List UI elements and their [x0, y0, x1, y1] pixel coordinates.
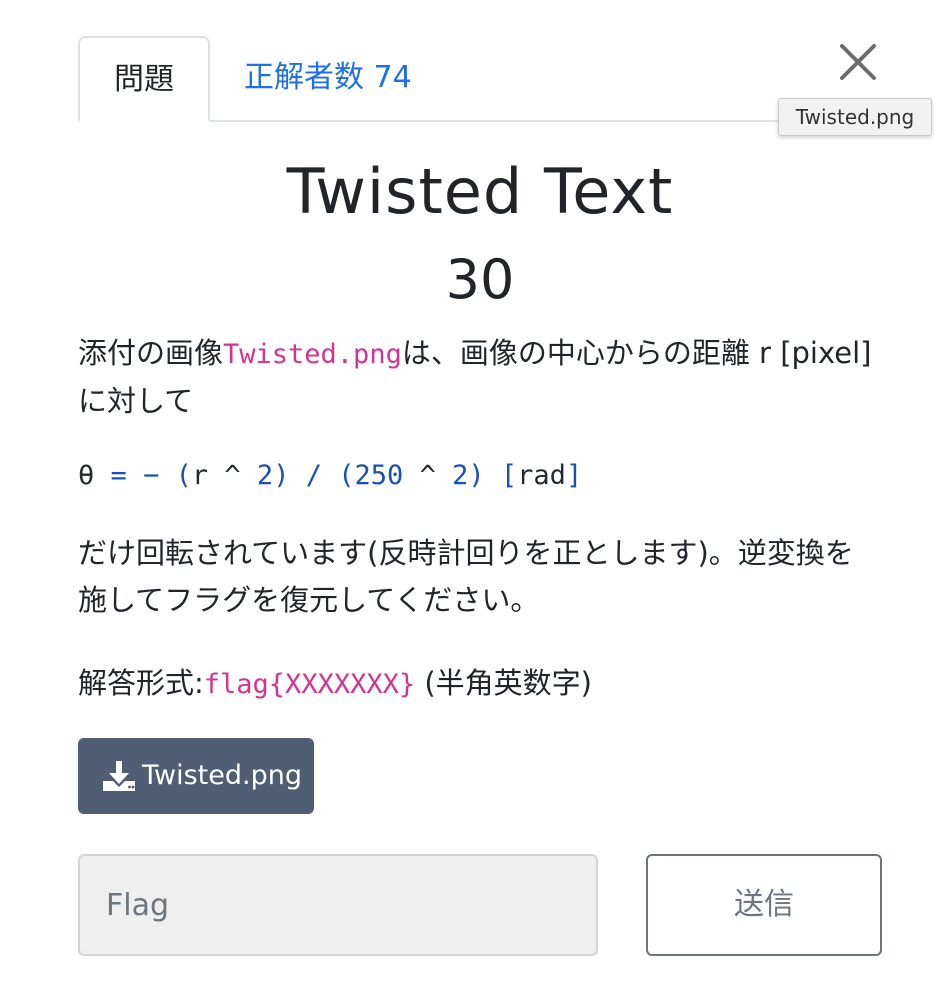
flag-input[interactable]	[78, 854, 598, 956]
formula-bracket: [	[500, 460, 518, 491]
download-label: Twisted.png	[142, 760, 302, 791]
formula-bracket: ]	[565, 460, 583, 491]
formula-number: 250	[354, 460, 404, 491]
tooltip: Twisted.png	[778, 98, 932, 136]
close-button[interactable]	[836, 40, 880, 84]
formula-paren: (	[338, 460, 355, 491]
answer-format: 解答形式:flag{XXXXXXX} (半角英数字)	[78, 660, 878, 708]
formula-r: r	[191, 460, 209, 491]
formula-number: 2	[256, 460, 274, 491]
close-icon	[840, 44, 876, 80]
formula-equals: =	[110, 460, 127, 491]
download-button[interactable]: Twisted.png	[78, 738, 314, 814]
formula-number: 2	[452, 460, 469, 491]
formula-minus: −	[143, 460, 160, 491]
description-text: 添付の画像	[78, 336, 224, 370]
formula-unit: rad	[517, 460, 566, 491]
tab-bar: 問題 正解者数 74	[78, 36, 782, 122]
formula-block: θ = − (r ^ 2) / (250 ^ 2) [rad]	[78, 456, 582, 496]
formula-paren: (	[175, 460, 192, 491]
challenge-title: Twisted Text	[286, 155, 674, 228]
formula-caret: ^	[224, 460, 241, 491]
formula-divide: /	[305, 460, 322, 491]
description-paragraph-2: だけ回転されています(反時計回りを正とします)。逆変換を施してフラグを復元してく…	[78, 536, 854, 617]
inline-code-filename: Twisted.png	[223, 339, 402, 370]
description-paragraph: 添付の画像Twisted.pngは、画像の中心からの距離 r [pixel] に…	[78, 330, 878, 425]
tab-problem[interactable]: 問題	[78, 36, 210, 122]
formula-caret: ^	[419, 460, 436, 491]
formula-paren: )	[468, 460, 485, 491]
download-icon	[103, 761, 135, 791]
submit-button[interactable]: 送信	[646, 854, 882, 956]
answer-format-label: 解答形式:	[78, 666, 204, 700]
answer-format-note: (半角英数字)	[415, 666, 592, 700]
tab-solvers[interactable]: 正解者数 74	[244, 36, 412, 120]
formula-theta: θ	[78, 460, 95, 491]
formula-paren: )	[273, 460, 290, 491]
inline-code-flag-format: flag{XXXXXXX}	[203, 669, 416, 700]
challenge-points: 30	[445, 248, 515, 311]
